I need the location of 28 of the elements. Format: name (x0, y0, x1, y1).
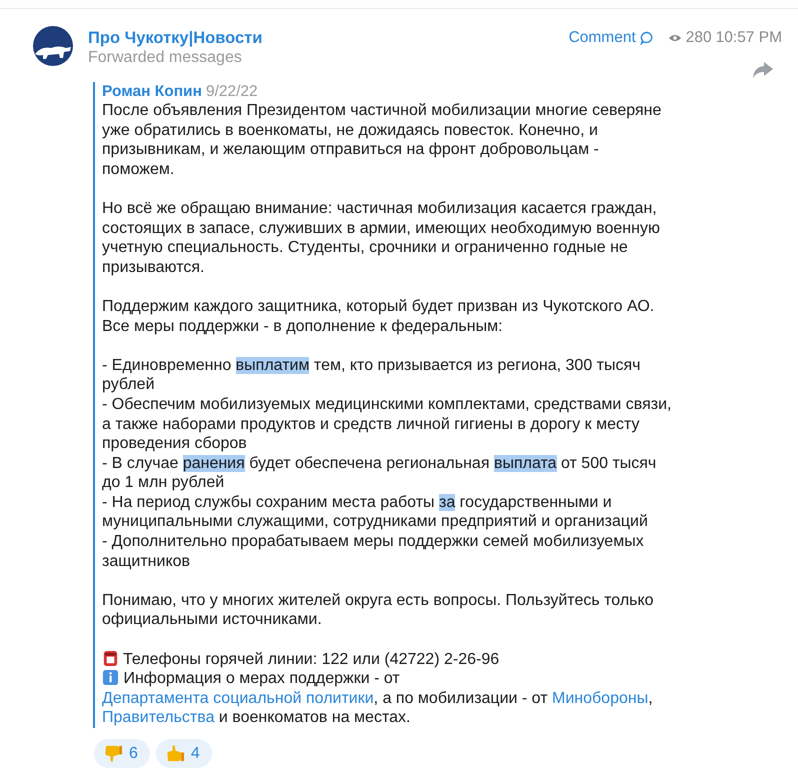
share-arrow-icon[interactable] (752, 61, 774, 79)
author-name[interactable]: Роман Копин (102, 83, 202, 100)
forward-date: 9/22/22 (206, 83, 258, 100)
polar-bear-avatar-icon[interactable] (33, 26, 73, 66)
info-text: Информация о мерах поддержки - от Департамента социальной политики, а по мобилизации - от Минобороны, Правительства и военкоматов на местах. (102, 669, 654, 728)
eye-icon (668, 33, 682, 43)
link[interactable]: Минобороны (552, 690, 648, 707)
message-text: Но всё же обращаю внимание: частичная мобилизация касается граждан, состоящих в запасе, служивших в армии, имеющих необходимую военную учетную специальность. Студенты, срочники и ограниченно годные не призываются. (102, 198, 661, 278)
info-icon (102, 669, 119, 686)
message-text: После объявления Президентом частичной мобилизации многие северяне уже обратились в военкоматы, не дожидаясь повесток. Конечно, и призывникам, и желающим отправиться на фронт добровольцам - поможем. (102, 101, 662, 180)
message-text: Поддержим каждого защитника, который будет призван из Чукотского АО. Все меры поддержки - в дополнение к федеральным: (102, 296, 656, 336)
message-text: - Единовременно выплатим тем, кто призывается из региона, 300 тысяч рублей (102, 356, 642, 395)
reaction-button[interactable]: 4 (156, 739, 212, 768)
message-time: 10:57 PM (716, 29, 782, 47)
channel-name[interactable]: Про Чукотку|Новости (88, 28, 262, 48)
thumbs-up-icon (166, 744, 185, 763)
message-text: Понимаю, что у многих жителей округа есть вопросы. Пользуйтесь только официальными источниками. (102, 590, 655, 630)
message-text: - Дополнительно прорабатываем меры поддержки семей мобилизуемых защитников (102, 532, 645, 572)
forwarded-label: Forwarded messages (88, 48, 243, 67)
hotline-text: Телефоны горячей линии: 122 или (42722) 2-26-96 (102, 650, 674, 670)
reaction-button[interactable]: 6 (94, 739, 150, 768)
link[interactable]: Правительства (102, 709, 214, 726)
message-text: - На период службы сохраним места работы за государственными и муниципальными служащими, сотрудниками предприятий и организаций (102, 492, 649, 532)
thumbs-down-icon (104, 744, 123, 763)
comment-bubble-icon[interactable] (640, 31, 654, 45)
comment-link[interactable]: Comment (568, 29, 636, 47)
link[interactable]: Департамента социальной политики (102, 690, 374, 707)
view-count: 280 (686, 29, 712, 47)
